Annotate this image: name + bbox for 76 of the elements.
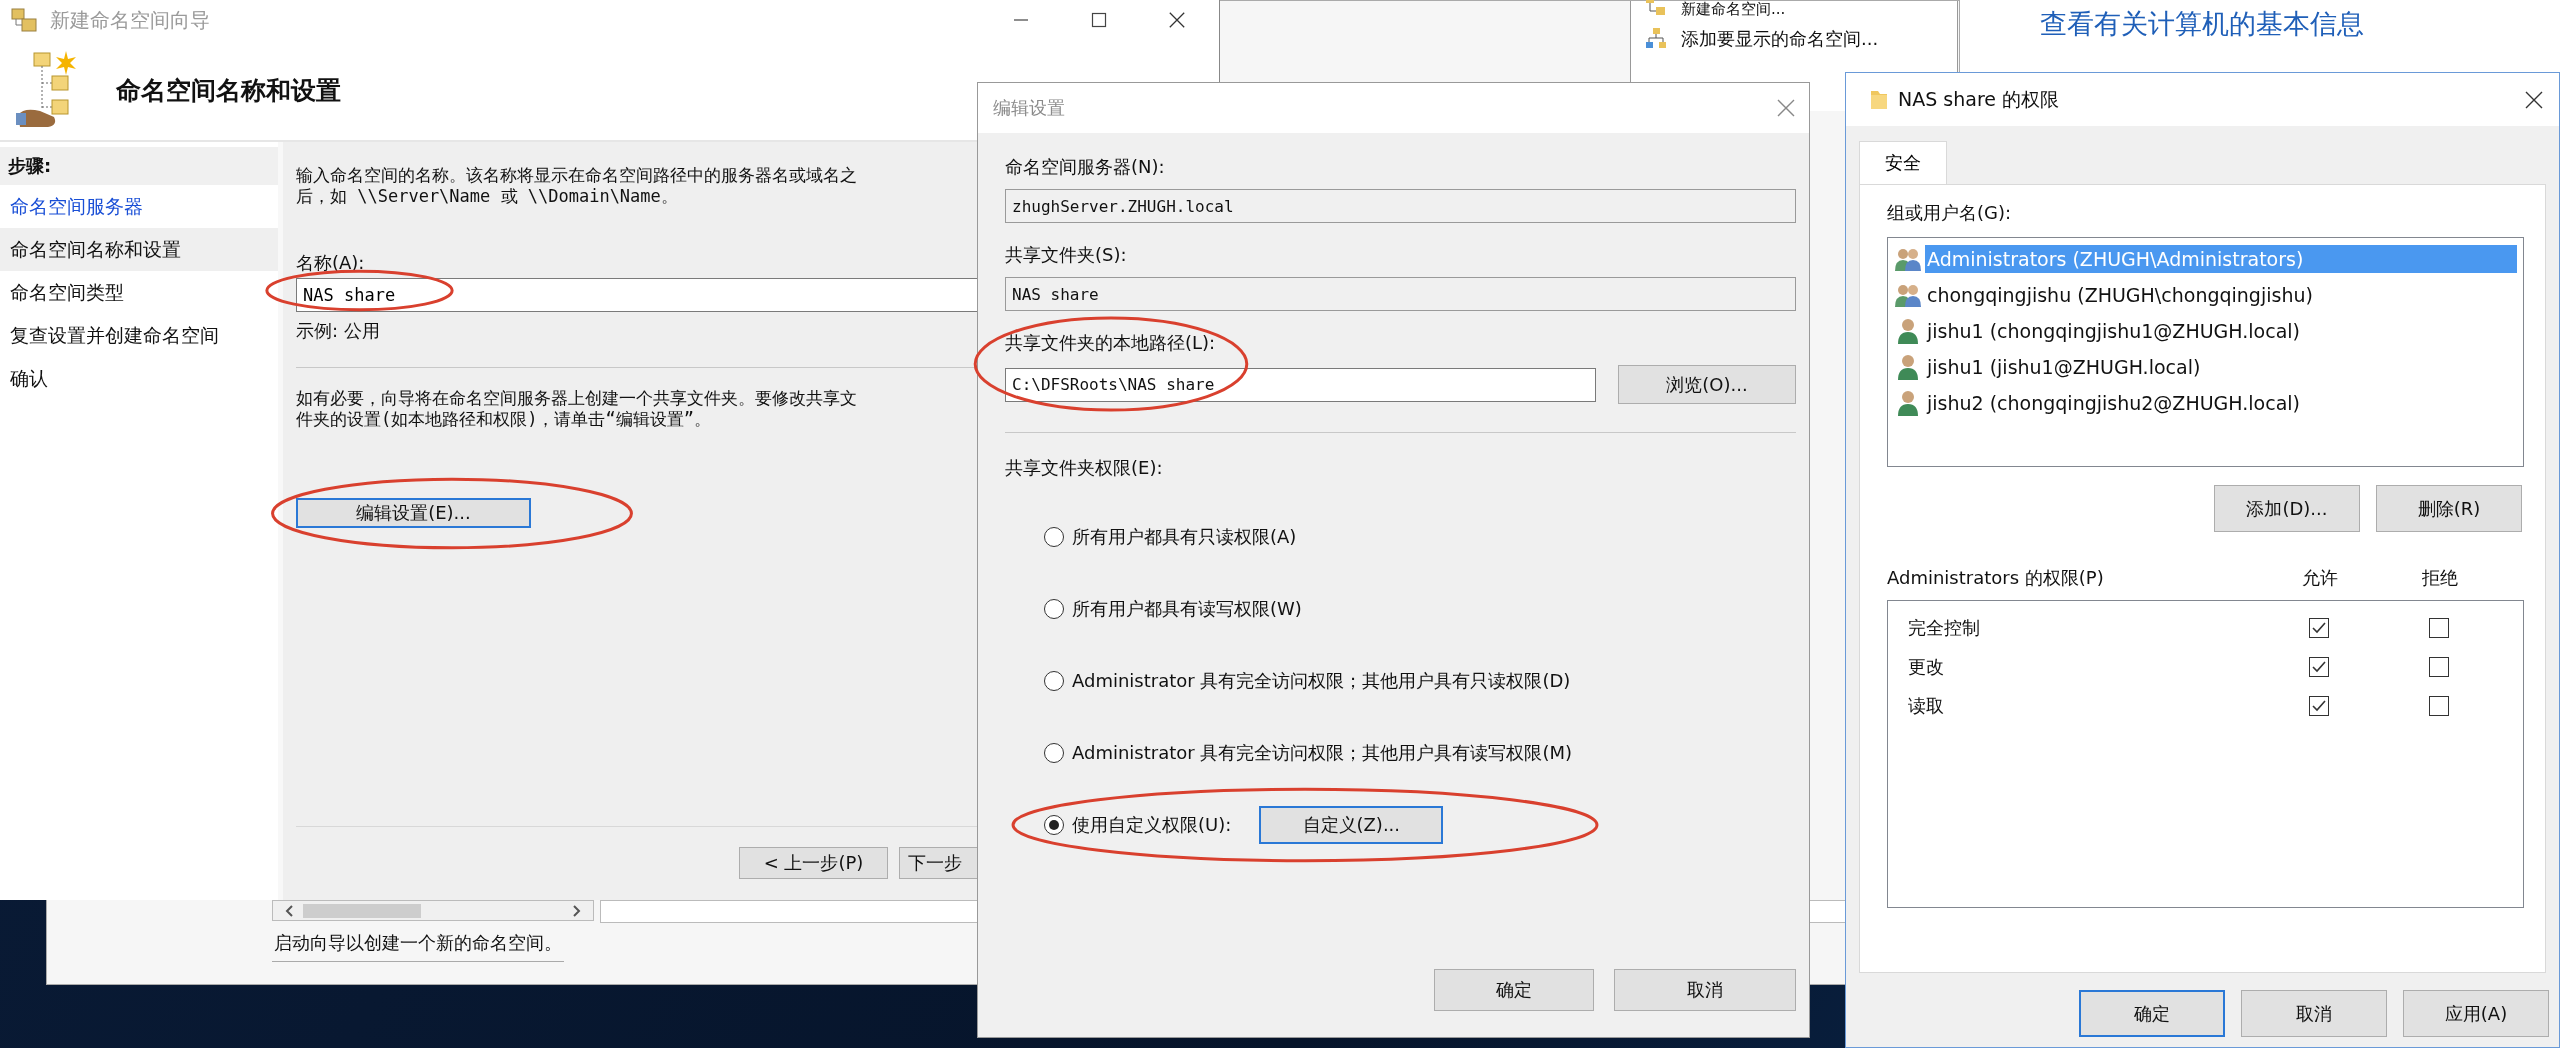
step-item[interactable]: 复查设置并创建命名空间 bbox=[0, 314, 278, 357]
field-label: 名称(A): bbox=[296, 252, 365, 273]
radio-button[interactable] bbox=[1044, 743, 1064, 763]
button[interactable]: 确定 bbox=[2079, 990, 2225, 1037]
window-title: 新建命名空间向导 bbox=[50, 6, 210, 34]
option-label[interactable]: Administrator 具有完全访问权限；其他用户具有只读权限(D) bbox=[1072, 669, 1571, 693]
radio-button[interactable] bbox=[1044, 599, 1064, 619]
checkbox[interactable] bbox=[2309, 695, 2329, 716]
close-icon bbox=[1168, 11, 1186, 29]
field-label: 共享文件夹权限(E): bbox=[1005, 457, 1163, 478]
folder-icon bbox=[1870, 88, 1888, 111]
button[interactable]: 浏览(O)... bbox=[1618, 365, 1796, 404]
input-field[interactable]: C:\DFSRoots\NAS share bbox=[1005, 367, 1596, 402]
caret-left-icon bbox=[285, 904, 295, 918]
button[interactable]: 取消 bbox=[1614, 969, 1796, 1011]
read-only-field[interactable]: NAS share bbox=[1005, 277, 1796, 311]
instruction-text: 如有必要，向导将在命名空间服务器上创建一个共享文件夹。要修改共享文 件夹的设置(如本地路径和权限)，请单击“编辑设置”。 bbox=[296, 388, 857, 430]
field-label: 共享文件夹(S): bbox=[1005, 244, 1127, 265]
radio-button[interactable] bbox=[1044, 527, 1064, 547]
page-heading: 查看有关计算机的基本信息 bbox=[2040, 7, 2364, 41]
button[interactable]: 确定 bbox=[1434, 969, 1594, 1011]
checkbox[interactable] bbox=[2309, 656, 2329, 677]
step-item[interactable]: 命名空间类型 bbox=[0, 271, 278, 314]
close-icon bbox=[1776, 98, 1796, 118]
field-label: 组或用户名(G): bbox=[1887, 201, 2012, 225]
checkbox[interactable] bbox=[2429, 695, 2449, 716]
action-item[interactable]: 添加要显示的命名空间... bbox=[1681, 27, 1879, 51]
step-link[interactable]: 命名空间服务器 bbox=[0, 185, 278, 228]
button[interactable]: < 上一步(P) bbox=[739, 847, 888, 879]
checkbox[interactable] bbox=[2429, 617, 2449, 638]
horizontal-scrollbar[interactable] bbox=[272, 900, 594, 921]
read-only-field[interactable]: zhughServer.ZHUGH.local bbox=[1005, 189, 1796, 223]
option-label[interactable]: 所有用户都具有读写权限(W) bbox=[1072, 597, 1302, 621]
permission-name: 更改 bbox=[1908, 654, 1945, 679]
option-label[interactable]: 使用自定义权限(U): bbox=[1072, 813, 1232, 837]
user-list-item[interactable]: jishu2 (chongqingjishu2@ZHUGH.local) bbox=[1925, 389, 2302, 417]
user-list-item[interactable]: jishu1 (jishu1@ZHUGH.local) bbox=[1925, 353, 2203, 381]
option-label[interactable]: 所有用户都具有只读权限(A) bbox=[1072, 525, 1297, 549]
field-label: 命名空间服务器(N): bbox=[1005, 156, 1165, 177]
radio-button[interactable] bbox=[1044, 815, 1064, 835]
close-icon bbox=[2524, 89, 2544, 110]
button[interactable]: 下一步 bbox=[899, 847, 978, 879]
user-list-item[interactable]: jishu1 (chongqingjishu1@ZHUGH.local) bbox=[1925, 317, 2302, 345]
button[interactable]: 自定义(Z)... bbox=[1259, 806, 1444, 844]
field-label: Administrators 的权限(P) bbox=[1887, 566, 2105, 590]
example-text: 示例: 公用 bbox=[296, 320, 380, 341]
column-header: 拒绝 bbox=[2422, 566, 2458, 590]
instruction-text: 输入命名空间的名称。该名称将显示在命名空间路径中的服务器名或域名之 后，如 \\Server\Name 或 \\Domain\Name。 bbox=[296, 165, 857, 207]
option-label[interactable]: Administrator 具有完全访问权限；其他用户具有读写权限(M) bbox=[1072, 741, 1572, 765]
checkbox[interactable] bbox=[2309, 617, 2329, 638]
action-item[interactable]: 新建命名空间... bbox=[1681, 0, 1786, 19]
maximize-icon bbox=[1090, 11, 1108, 29]
step-item[interactable]: 确认 bbox=[0, 357, 278, 400]
minimize-icon bbox=[1013, 19, 1029, 21]
column-header: 允许 bbox=[2302, 566, 2338, 590]
name-field[interactable]: NAS share bbox=[296, 278, 978, 312]
radio-button[interactable] bbox=[1044, 671, 1064, 691]
button[interactable]: 编辑设置(E)... bbox=[296, 498, 531, 528]
permission-name: 读取 bbox=[1908, 693, 1945, 718]
button[interactable]: 添加(D)... bbox=[2214, 485, 2360, 532]
caret-right-icon bbox=[571, 904, 581, 918]
dialog-title: NAS share 的权限 bbox=[1898, 86, 2060, 112]
checkbox[interactable] bbox=[2429, 656, 2449, 677]
field-label: 共享文件夹的本地路径(L): bbox=[1005, 332, 1216, 353]
dialog-title: 编辑设置 bbox=[993, 96, 1065, 120]
folders-icon bbox=[10, 5, 40, 35]
button[interactable]: 应用(A) bbox=[2403, 990, 2549, 1037]
step-item[interactable]: 命名空间名称和设置 bbox=[0, 228, 278, 271]
user-list-item[interactable]: chongqingjishu (ZHUGH\chongqingjishu) bbox=[1925, 281, 2315, 309]
page-heading: 命名空间名称和设置 bbox=[116, 74, 341, 107]
button[interactable]: 删除(R) bbox=[2376, 485, 2522, 532]
status-bar-text: 启动向导以创建一个新的命名空间。 bbox=[272, 923, 564, 962]
steps-heading: 步骤: bbox=[0, 147, 278, 185]
button[interactable]: 取消 bbox=[2241, 990, 2387, 1037]
permission-name: 完全控制 bbox=[1908, 615, 1981, 640]
tab[interactable]: 安全 bbox=[1859, 141, 1947, 184]
